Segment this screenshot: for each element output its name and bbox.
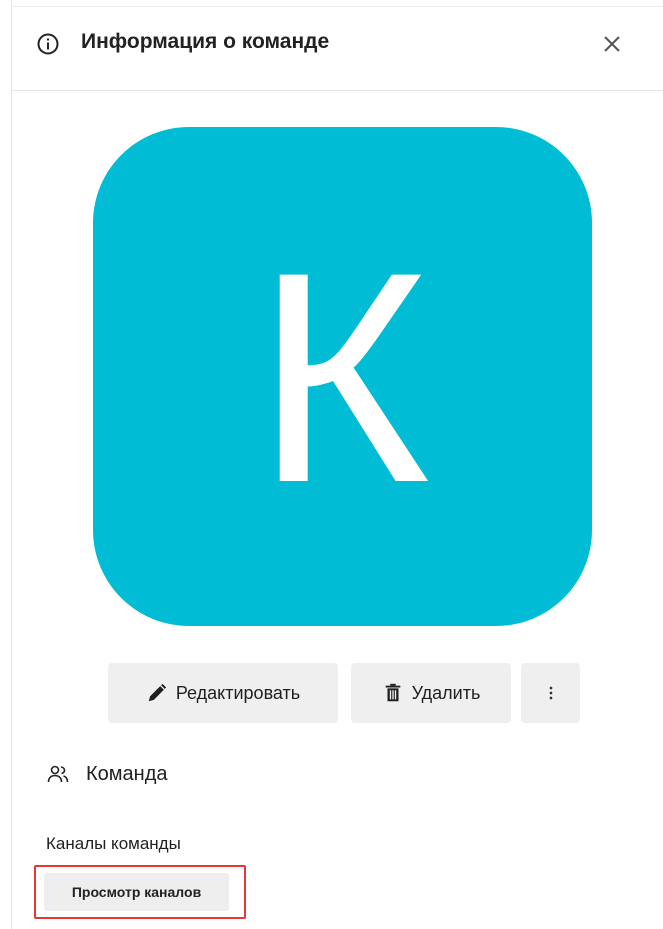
- team-channels-label: Каналы команды: [46, 834, 181, 853]
- panel-left-border: [11, 0, 12, 929]
- delete-button[interactable]: Удалить: [351, 663, 511, 723]
- more-options-button[interactable]: [521, 663, 580, 723]
- team-section-label: Команда: [86, 762, 168, 785]
- edit-button-label: Редактировать: [175, 682, 301, 703]
- team-avatar: К: [93, 127, 592, 626]
- pencil-icon: [148, 683, 166, 702]
- close-button[interactable]: [598, 30, 626, 58]
- people-icon: [47, 765, 69, 783]
- team-section-title: Команда: [46, 762, 167, 786]
- trash-icon: [385, 683, 400, 702]
- more-vertical-icon: [549, 686, 552, 700]
- edit-button[interactable]: Редактировать: [108, 663, 338, 723]
- avatar-letter: К: [255, 208, 430, 545]
- view-channels-button[interactable]: Просмотр каналов: [44, 873, 229, 911]
- delete-button-label: Удалить: [411, 682, 481, 703]
- team-info-panel: Информация о команде К Редактировать Уда…: [0, 0, 663, 929]
- info-icon: [37, 33, 59, 55]
- panel-title: Информация о команде: [81, 30, 330, 53]
- close-icon: [604, 36, 620, 52]
